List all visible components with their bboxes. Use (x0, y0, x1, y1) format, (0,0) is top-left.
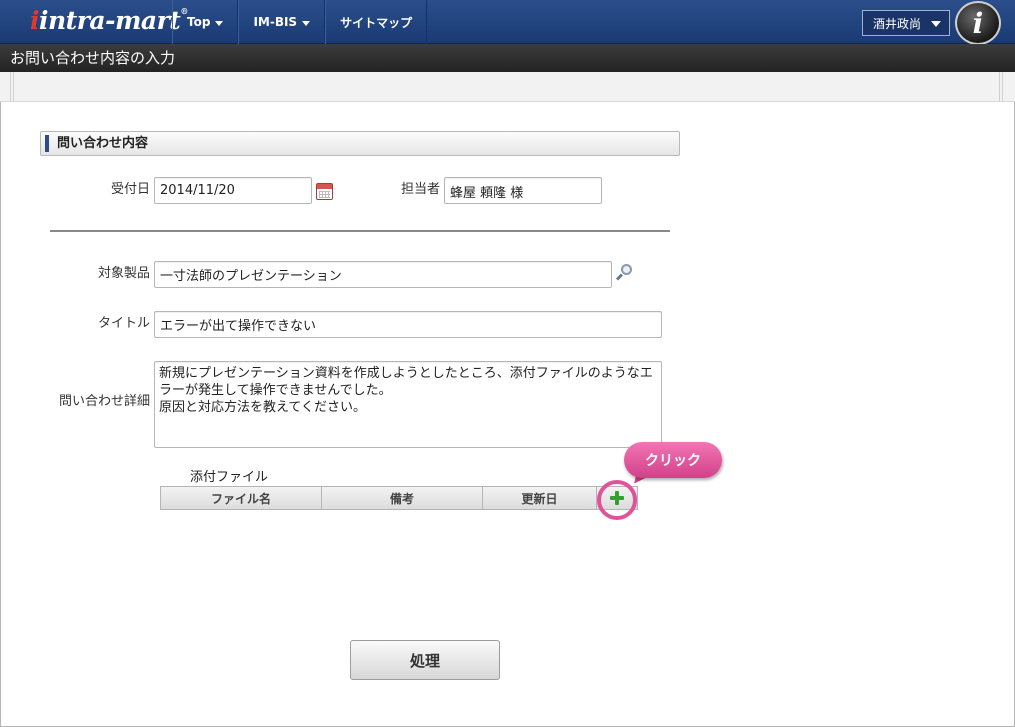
chevron-down-icon (215, 20, 224, 26)
title-input[interactable] (154, 311, 662, 338)
nav-im-bis[interactable]: IM-BIS (238, 0, 326, 44)
chevron-down-icon (931, 21, 941, 27)
logo-text: intra-mart (39, 6, 181, 35)
toolbar-edge-right (999, 72, 1003, 102)
assignee-field[interactable]: 蜂屋 頼隆 様 (444, 177, 602, 204)
click-callout: クリック (624, 442, 722, 478)
received-date-input[interactable] (154, 177, 312, 204)
global-nav: Top IM-BIS サイトマップ (172, 0, 428, 44)
toolbar (0, 72, 1015, 102)
section-divider (50, 230, 670, 232)
received-date-label: 受付日 (110, 182, 150, 197)
top-navigation-bar: iintra-mart® Top IM-BIS サイトマップ 酒井政尚 i (0, 0, 1015, 45)
nav-top[interactable]: Top (172, 0, 239, 44)
user-menu-dropdown[interactable]: 酒井政尚 (862, 10, 950, 36)
search-icon-lens (621, 264, 632, 275)
details-textarea[interactable]: 新規にプレゼンテーション資料を作成しようとしたところ、添付ファイルのようなエラー… (154, 361, 662, 448)
attachments-table-header: ファイル名 備考 更新日 (160, 486, 597, 510)
column-header-remarks[interactable]: 備考 (322, 487, 483, 509)
page-title: お問い合わせ内容の入力 (0, 44, 1015, 72)
product-label: 対象製品 (97, 266, 150, 281)
calendar-icon[interactable] (316, 183, 333, 200)
nav-top-label: Top (187, 15, 211, 29)
process-button[interactable]: 処理 (350, 640, 500, 680)
details-label: 問い合わせ詳細 (58, 394, 150, 409)
nav-sitemap[interactable]: サイトマップ (325, 0, 428, 44)
title-label: タイトル (97, 316, 150, 331)
section-header-inquiry: 問い合わせ内容 (40, 131, 680, 156)
assignee-label: 担当者 (400, 182, 440, 197)
nav-im-bis-label: IM-BIS (253, 15, 298, 29)
attachments-label: 添付ファイル (190, 470, 269, 485)
product-input[interactable] (154, 261, 612, 288)
logo-initial: i (30, 6, 40, 35)
search-icon-handle (615, 273, 624, 281)
app-info-icon[interactable]: i (955, 1, 1001, 45)
click-highlight-ring (597, 480, 637, 520)
column-header-file-name[interactable]: ファイル名 (161, 487, 322, 509)
toolbar-edge-left (10, 72, 14, 102)
user-name: 酒井政尚 (873, 16, 922, 31)
intra-mart-logo[interactable]: iintra-mart® (30, 6, 188, 38)
nav-sitemap-label: サイトマップ (340, 15, 413, 30)
column-header-updated-date[interactable]: 更新日 (483, 487, 596, 509)
chevron-down-icon (302, 20, 311, 26)
search-icon[interactable] (615, 264, 633, 281)
